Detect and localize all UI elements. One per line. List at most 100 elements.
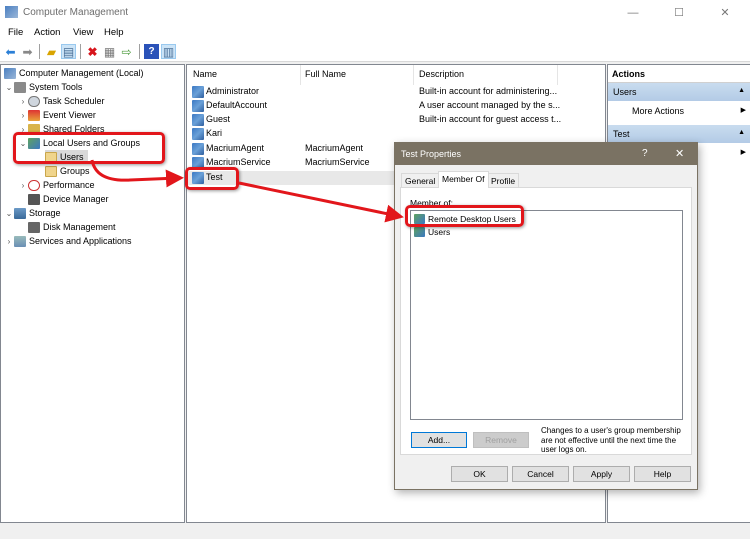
tree-item-services-and-applications[interactable]: › Services and Applications [4,234,132,248]
export-icon[interactable]: ⇨ [119,44,134,59]
chevron-down-icon[interactable]: ⌄ [18,139,28,148]
cell-description: Built-in account for administering... [419,86,558,96]
group-icon [414,227,425,237]
submenu-arrow-icon: ▶ [740,149,746,156]
tree-item-local-users-and-groups[interactable]: ⌄ Local Users and Groups [18,136,140,150]
chevron-right-icon[interactable]: › [18,181,28,190]
minimize-button[interactable]: — [610,0,656,25]
column-header-description[interactable]: Description [419,69,464,79]
dialog-help-button[interactable]: ? [642,148,648,159]
tree-label: System Tools [29,82,83,92]
tree-item-device-manager[interactable]: Device Manager [28,192,109,206]
tree-root-label: Computer Management (Local) [19,68,144,78]
help-icon[interactable]: ? [144,44,159,59]
dialog-close-button[interactable]: ✕ [675,147,684,160]
section-title: Test [613,129,630,139]
table-row[interactable]: DefaultAccount A user account managed by… [187,99,605,113]
chevron-down-icon[interactable]: ⌄ [4,83,14,92]
cancel-button[interactable]: Cancel [512,466,569,482]
tree-item-storage[interactable]: ⌄ Storage [4,206,61,220]
computer-management-icon [5,6,18,18]
toolbar: ⬅ ➡ ▰ ▤ ✖ ▦ ⇨ ? ▥ [0,41,750,62]
groups-listbox[interactable]: Remote Desktop Users Users [410,210,683,420]
column-header-name[interactable]: Name [193,69,217,79]
column-divider[interactable] [300,65,301,85]
member-of-label: Member of: [410,198,453,208]
table-row[interactable]: Administrator Built-in account for admin… [187,85,605,99]
dialog-title: Test Properties [401,149,462,159]
tree-item-system-tools[interactable]: ⌄ System Tools [4,80,82,94]
cell-name: Administrator [206,86,260,96]
tree-item-groups[interactable]: Groups [45,164,90,178]
list-item-users[interactable]: Users [414,226,450,238]
action-more-actions[interactable]: More Actions ▶ [608,102,750,120]
apply-button[interactable]: Apply [573,466,630,482]
group-label: Remote Desktop Users [428,214,516,224]
cell-description: A user account managed by the s... [419,100,561,110]
close-button[interactable]: ✕ [702,0,748,25]
chevron-down-icon[interactable]: ⌄ [4,209,14,218]
user-icon [192,157,204,169]
tab-profile[interactable]: Profile [487,173,520,187]
help-button[interactable]: Help [634,466,691,482]
delete-icon[interactable]: ✖ [85,44,100,59]
toolbar-separator [39,44,40,59]
actions-section-test[interactable]: Test ▲ [608,125,750,143]
chevron-right-icon[interactable]: › [18,125,28,134]
toolbar-separator [80,44,81,59]
list-item-remote-desktop-users[interactable]: Remote Desktop Users [414,213,516,225]
folder-icon [45,151,57,163]
menu-file[interactable]: File [8,27,23,38]
tree-label: Local Users and Groups [43,138,141,148]
show-hide-tree-icon[interactable]: ▤ [61,44,76,59]
menu-view[interactable]: View [73,27,93,38]
chevron-right-icon[interactable]: › [4,237,14,246]
action-label: More Actions [632,106,685,116]
column-divider[interactable] [413,65,414,85]
properties-icon[interactable]: ▦ [102,44,117,59]
tree-label: Event Viewer [43,110,96,120]
cell-name: Test [206,172,223,182]
tree-item-disk-management[interactable]: Disk Management [28,220,116,234]
ok-button[interactable]: OK [451,466,508,482]
tree-item-shared-folders[interactable]: › Shared Folders [18,122,105,136]
tree-item-users[interactable]: Users [45,150,88,164]
folder-icon [45,165,57,177]
services-icon [14,235,26,247]
table-row[interactable]: Guest Built-in account for guest access … [187,113,605,127]
maximize-button[interactable]: ☐ [656,0,702,25]
up-folder-icon[interactable]: ▰ [44,44,59,59]
collapse-icon[interactable]: ▲ [738,129,745,136]
menu-action[interactable]: Action [34,27,60,38]
tree-item-event-viewer[interactable]: › Event Viewer [18,108,96,122]
tree-label: Storage [29,208,61,218]
column-divider[interactable] [557,65,558,85]
actions-header: Actions [608,65,750,83]
tree-label: Users [60,152,84,162]
forward-icon[interactable]: ➡ [20,44,35,59]
tree-root[interactable]: Computer Management (Local) [4,66,144,80]
cell-full-name: MacriumAgent [305,143,364,153]
tab-member-of[interactable]: Member Of [438,171,489,188]
table-row[interactable]: Kari [187,127,605,141]
chevron-right-icon[interactable]: › [18,111,28,120]
tree-label: Task Scheduler [43,96,105,106]
section-title: Users [613,87,637,97]
tree-item-task-scheduler[interactable]: › Task Scheduler [18,94,105,108]
tab-general[interactable]: General [401,173,440,187]
chevron-right-icon[interactable]: › [18,97,28,106]
remove-button[interactable]: Remove [473,432,529,448]
menu-help[interactable]: Help [104,27,124,38]
tree-item-performance[interactable]: › Performance [18,178,95,192]
actions-section-users[interactable]: Users ▲ [608,83,750,101]
cell-name: MacriumAgent [206,143,265,153]
add-button[interactable]: Add... [411,432,467,448]
back-icon[interactable]: ⬅ [3,44,18,59]
membership-note: Changes to a user's group membership are… [541,426,681,454]
user-icon [192,143,204,155]
collapse-icon[interactable]: ▲ [738,87,745,94]
show-hide-action-pane-icon[interactable]: ▥ [161,44,176,59]
dialog-title-bar[interactable]: Test Properties ? ✕ [395,143,697,165]
group-label: Users [428,227,451,237]
column-header-full-name[interactable]: Full Name [305,69,346,79]
